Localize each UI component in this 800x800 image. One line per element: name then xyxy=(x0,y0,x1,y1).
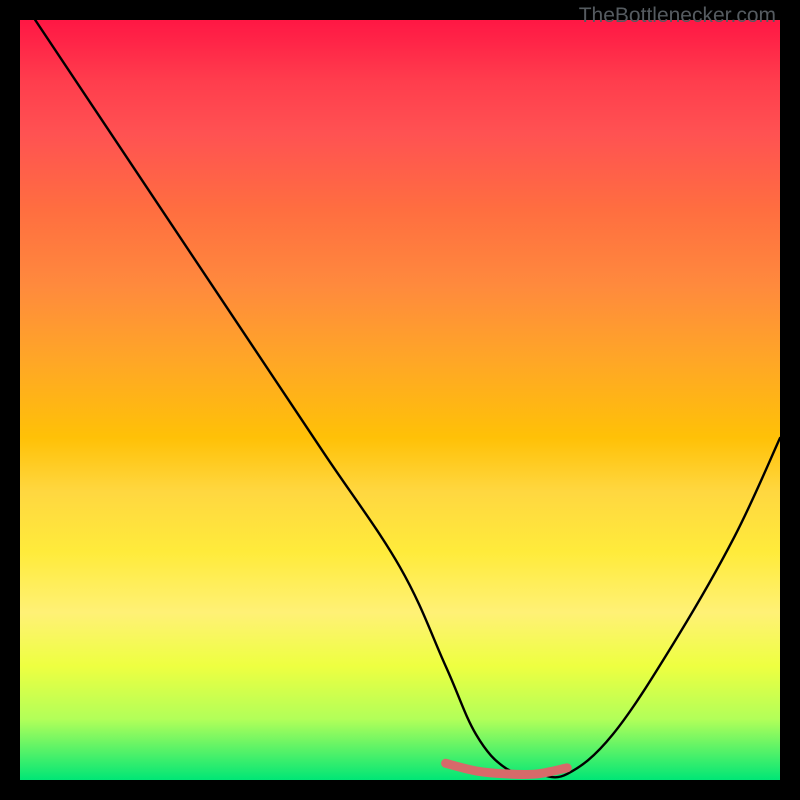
bottleneck-curve xyxy=(35,20,780,777)
bottleneck-chart: TheBottlenecker.com xyxy=(0,0,800,800)
curve-overlay xyxy=(20,20,780,780)
plot-area xyxy=(20,20,780,780)
attribution-text: TheBottlenecker.com xyxy=(579,4,776,28)
